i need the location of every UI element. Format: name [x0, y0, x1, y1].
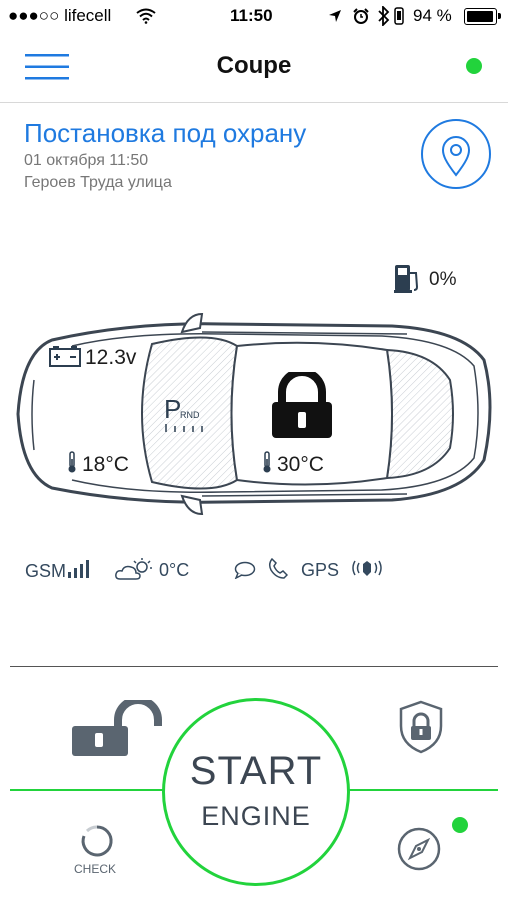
thermometer-icon: [68, 451, 76, 473]
gear-options: RND: [180, 410, 200, 420]
battery-percent: 94 %: [413, 6, 452, 25]
tracking-status-dot: [452, 817, 468, 833]
map-pin-icon[interactable]: [419, 119, 493, 189]
status-bar: ●●●○○ lifecell 11:50 94 %: [0, 0, 508, 34]
battery-icon: [464, 8, 497, 25]
orientation-lock-icon: [394, 7, 404, 25]
compass-icon[interactable]: [396, 826, 442, 872]
carrier-label: ●●●○○ lifecell: [8, 6, 112, 25]
clock: 11:50: [230, 6, 273, 25]
event-date: 01 октября 11:50: [24, 152, 149, 169]
lock-shield-button[interactable]: [398, 700, 444, 754]
weather-cloud-sun-icon: [115, 558, 152, 580]
check-label: CHECK: [74, 862, 117, 876]
bluetooth-icon: [378, 6, 390, 26]
nav-bar: Coupe: [0, 34, 508, 103]
start-engine-button[interactable]: START ENGINE: [162, 698, 350, 886]
check-refresh-icon[interactable]: [80, 824, 114, 858]
online-status-dot: [466, 58, 482, 74]
battery-voltage: 12.3v: [85, 346, 137, 369]
signal-bars-icon: [68, 560, 89, 578]
control-line-left: [10, 789, 163, 791]
location-arrow-icon: [329, 10, 341, 22]
control-line-right: [345, 789, 498, 791]
gsm-label: GSM: [25, 561, 67, 581]
locked-icon: [272, 372, 332, 438]
engine-temperature: 18°C: [82, 453, 129, 476]
phone-icon: [268, 558, 288, 579]
thermometer-icon: [263, 451, 271, 473]
page-title: Coupe: [216, 52, 292, 79]
start-label: START: [189, 749, 323, 793]
divider: [10, 666, 498, 667]
engine-label: ENGINE: [201, 801, 311, 831]
fuel-pump-icon: [394, 265, 419, 293]
outside-temperature: 0°C: [159, 560, 190, 580]
cabin-temperature: 30°C: [277, 453, 324, 476]
fuel-value: 0%: [429, 269, 457, 290]
event-title: Постановка под охрану: [24, 118, 307, 148]
gps-label: GPS: [301, 560, 340, 580]
wifi-icon: [136, 8, 156, 24]
alarm-icon: [353, 8, 369, 24]
event-address: Героев Труда улица: [24, 174, 172, 191]
unlock-button[interactable]: [70, 700, 162, 758]
battery-tip: [498, 13, 501, 19]
car-illustration: [16, 312, 492, 516]
siren-icon: [352, 560, 382, 576]
gear-selected: P: [164, 394, 182, 424]
gear-ticks: [165, 424, 203, 432]
car-battery-icon: [49, 346, 81, 367]
message-icon: [234, 561, 256, 579]
